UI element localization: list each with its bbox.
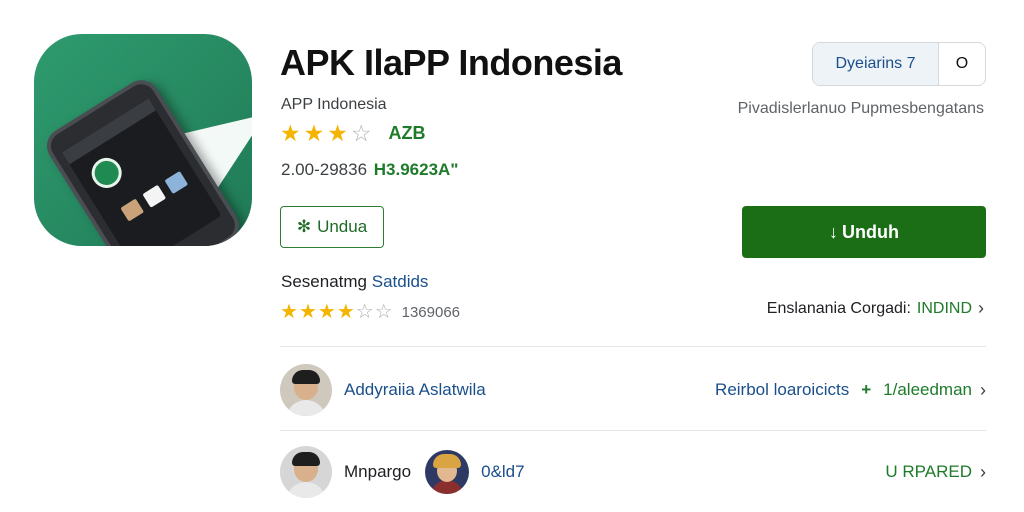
list-item-secondary-name: 0&ld7 bbox=[481, 462, 525, 481]
reviews-rating: ★ ★ ★ ★ ☆ ☆ 1369066 bbox=[280, 302, 460, 322]
download-button[interactable]: ↓ Unduh bbox=[742, 206, 986, 258]
meta-size: H3.9623A" bbox=[373, 160, 459, 179]
meta-version: 2.00-29836 bbox=[281, 160, 368, 179]
avatar bbox=[280, 446, 332, 498]
star-empty-icon: ☆ bbox=[355, 301, 374, 323]
top-right-controls: Dyeiarins 7 O bbox=[812, 42, 986, 86]
star-full-icon: ★ bbox=[298, 301, 317, 323]
reviews-link[interactable]: Enslanania Corgadi: INDIND › bbox=[767, 298, 984, 319]
divider bbox=[280, 346, 986, 347]
chevron-right-icon: › bbox=[980, 461, 986, 482]
star-full-icon: ★ bbox=[327, 120, 348, 146]
star-full-icon: ★ bbox=[303, 120, 325, 146]
header-subtitle: Pivadislerlanuo Pupmesbengatans bbox=[737, 100, 984, 117]
chevron-right-icon: › bbox=[978, 298, 984, 318]
download-label: Unduh bbox=[842, 221, 899, 242]
app-icon bbox=[34, 34, 252, 246]
star-empty-icon: ☆ bbox=[350, 120, 372, 146]
chat-bubble-icon bbox=[85, 152, 128, 194]
list-item[interactable]: Mnpargo 0&ld7 U RPARED › bbox=[280, 442, 986, 502]
avatar bbox=[425, 450, 470, 494]
app-title: APK IlaPP Indonesia bbox=[280, 42, 622, 83]
list-item-name: Mnpargo bbox=[344, 462, 412, 481]
arrow-icon: + bbox=[861, 380, 872, 399]
avatar bbox=[280, 364, 332, 416]
list-item[interactable]: Addyraiia Aslatwila Reirbol loaroicicts … bbox=[280, 360, 986, 420]
rating-badge: AZB bbox=[388, 123, 426, 143]
list-item-action[interactable]: Reirbol loaroicicts + 1/aleedman › bbox=[715, 380, 986, 401]
download-icon: ↓ bbox=[829, 221, 838, 242]
sparkle-icon: ✻ bbox=[296, 217, 312, 236]
secondary-download-button[interactable]: ✻ Undua bbox=[280, 206, 384, 248]
device-select-button[interactable]: Dyeiarins 7 bbox=[813, 43, 939, 85]
secondary-download-label: Undua bbox=[317, 217, 368, 236]
star-empty-icon: ☆ bbox=[374, 301, 393, 323]
app-rating: ★ ★ ★ ☆ AZB bbox=[280, 122, 426, 145]
star-half-icon: ★ bbox=[336, 301, 355, 323]
star-full-icon: ★ bbox=[280, 301, 298, 323]
list-item-name: Addyraiia Aslatwila bbox=[344, 380, 486, 399]
star-full-icon: ★ bbox=[317, 301, 336, 323]
list-item-action[interactable]: U RPARED › bbox=[885, 462, 986, 483]
reviews-count: 1369066 bbox=[401, 303, 461, 321]
star-full-icon: ★ bbox=[280, 120, 301, 146]
app-meta: 2.00-29836 H3.9623A" bbox=[281, 160, 458, 180]
divider bbox=[280, 430, 986, 431]
circle-option-button[interactable]: O bbox=[939, 43, 985, 85]
chevron-right-icon: › bbox=[980, 379, 986, 400]
developer-name[interactable]: APP Indonesia bbox=[281, 96, 387, 114]
reviews-title: Sesenatmg Satdids bbox=[281, 272, 429, 291]
